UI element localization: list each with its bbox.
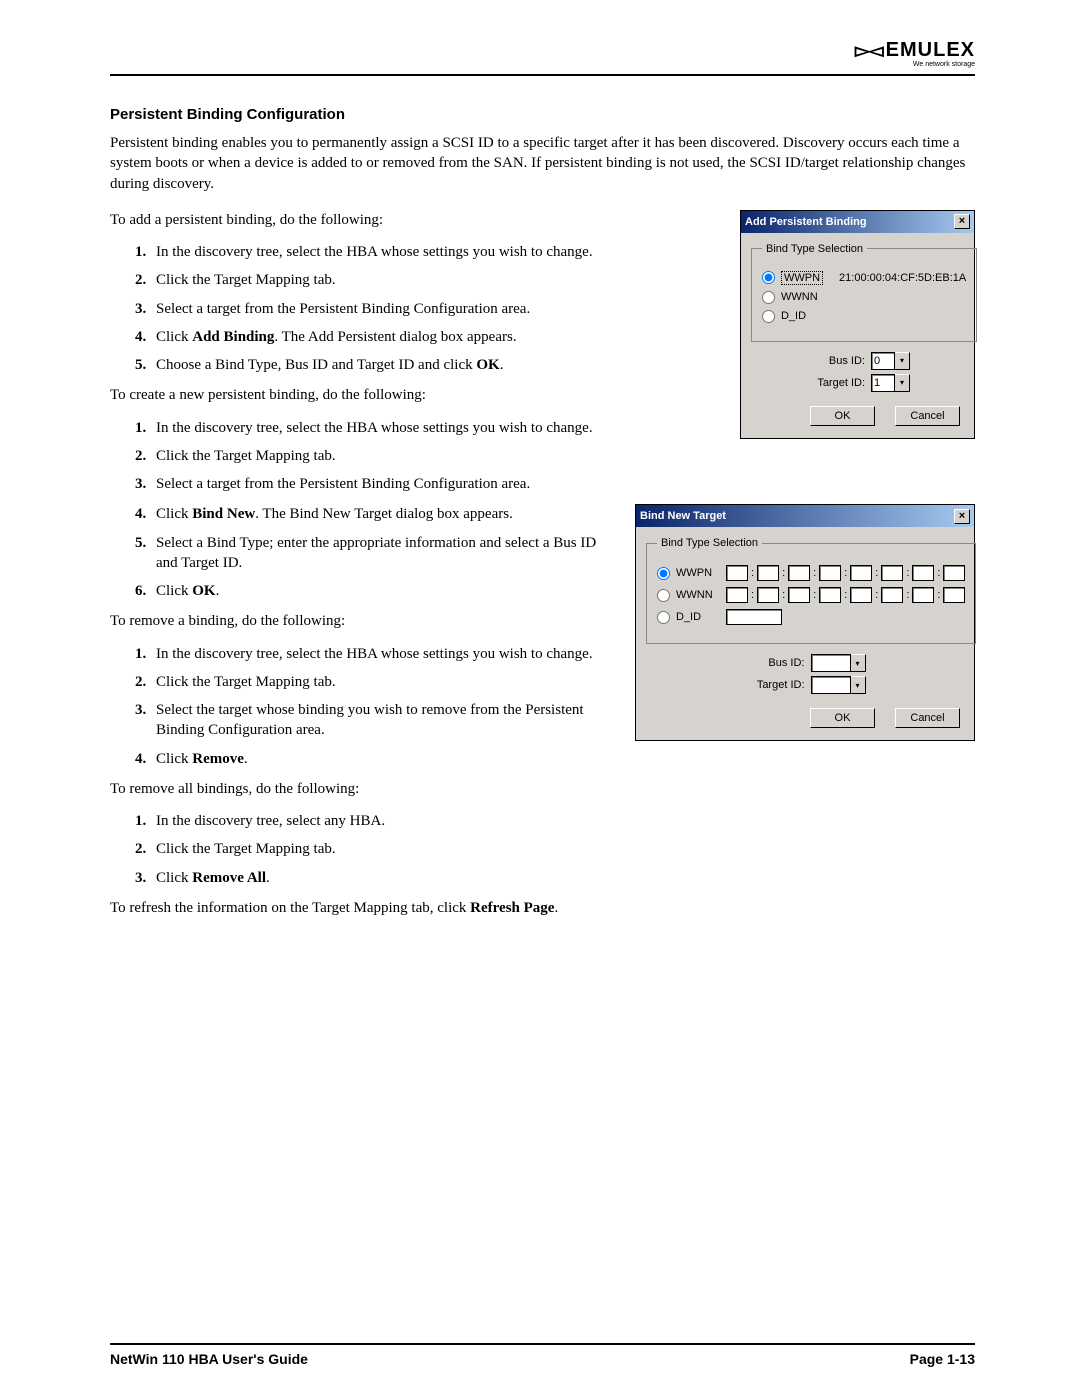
dialog-title: Add Persistent Binding: [745, 216, 867, 228]
footer-doc-title: NetWin 110 HBA User's Guide: [110, 1351, 308, 1367]
radio-did-label: D_ID: [781, 310, 806, 322]
radio-wwnn-label: WWNN: [781, 291, 818, 303]
list-item: Select a target from the Persistent Bind…: [150, 474, 975, 494]
list-item: Click the Target Mapping tab.: [150, 446, 975, 466]
radio-wwpn-label: WWPN: [676, 567, 720, 579]
target-id-label: Target ID:: [745, 679, 805, 691]
brand-logo: ▻◅EMULEX We network storage: [855, 38, 975, 68]
fieldset-legend: Bind Type Selection: [762, 243, 867, 255]
dialog-title: Bind New Target: [640, 510, 726, 522]
dialog-add-persistent-binding: Add Persistent Binding × Bind Type Selec…: [740, 210, 975, 439]
wwpn-value: 21:00:00:04:CF:5D:EB:1A: [839, 272, 966, 284]
ok-button[interactable]: OK: [810, 406, 875, 426]
bus-id-label: Bus ID:: [805, 355, 865, 367]
bus-id-label: Bus ID:: [745, 657, 805, 669]
list-item: Click Remove.: [150, 749, 975, 769]
ok-button[interactable]: OK: [810, 708, 875, 728]
radio-wwnn[interactable]: [762, 291, 775, 304]
removeall-lead: To remove all bindings, do the following…: [110, 779, 975, 799]
cancel-button[interactable]: Cancel: [895, 708, 960, 728]
bus-id-input[interactable]: [871, 352, 895, 370]
radio-wwpn[interactable]: [657, 567, 670, 580]
radio-wwnn[interactable]: [657, 589, 670, 602]
header-rule: [110, 74, 975, 76]
chevron-down-icon[interactable]: ▾: [895, 374, 910, 392]
target-id-combo[interactable]: ▾: [871, 374, 910, 392]
chevron-down-icon[interactable]: ▾: [851, 676, 866, 694]
target-id-label: Target ID:: [805, 377, 865, 389]
radio-wwnn-label: WWNN: [676, 589, 720, 601]
chevron-down-icon[interactable]: ▾: [851, 654, 866, 672]
fieldset-legend: Bind Type Selection: [657, 537, 762, 549]
bus-id-combo[interactable]: ▾: [871, 352, 910, 370]
radio-did[interactable]: [762, 310, 775, 323]
radio-did[interactable]: [657, 611, 670, 624]
bus-id-input[interactable]: [811, 654, 851, 672]
dialog-bind-new-target: Bind New Target × Bind Type Selection WW…: [635, 504, 975, 741]
target-id-combo[interactable]: ▾: [811, 676, 866, 694]
radio-wwpn[interactable]: [762, 271, 775, 284]
wwpn-inputs: : : : : : : :: [726, 565, 965, 581]
radio-wwpn-label: WWPN: [781, 271, 823, 285]
intro-paragraph: Persistent binding enables you to perman…: [110, 133, 975, 194]
list-item: Click the Target Mapping tab.: [150, 839, 975, 859]
section-title: Persistent Binding Configuration: [110, 106, 975, 123]
refresh-paragraph: To refresh the information on the Target…: [110, 898, 975, 918]
did-input[interactable]: [726, 609, 782, 625]
footer-rule: [110, 1343, 975, 1345]
bus-id-combo[interactable]: ▾: [811, 654, 866, 672]
radio-did-label: D_ID: [676, 611, 720, 623]
cancel-button[interactable]: Cancel: [895, 406, 960, 426]
logo-mark: ▻◅: [855, 38, 882, 63]
wwnn-inputs: : : : : : : :: [726, 587, 965, 603]
brand-name: EMULEX: [886, 39, 975, 62]
list-item: Click Remove All.: [150, 868, 975, 888]
footer-page-number: Page 1-13: [910, 1351, 975, 1367]
chevron-down-icon[interactable]: ▾: [895, 352, 910, 370]
close-icon[interactable]: ×: [954, 214, 970, 229]
list-item: In the discovery tree, select any HBA.: [150, 811, 975, 831]
target-id-input[interactable]: [871, 374, 895, 392]
target-id-input[interactable]: [811, 676, 851, 694]
close-icon[interactable]: ×: [954, 509, 970, 524]
